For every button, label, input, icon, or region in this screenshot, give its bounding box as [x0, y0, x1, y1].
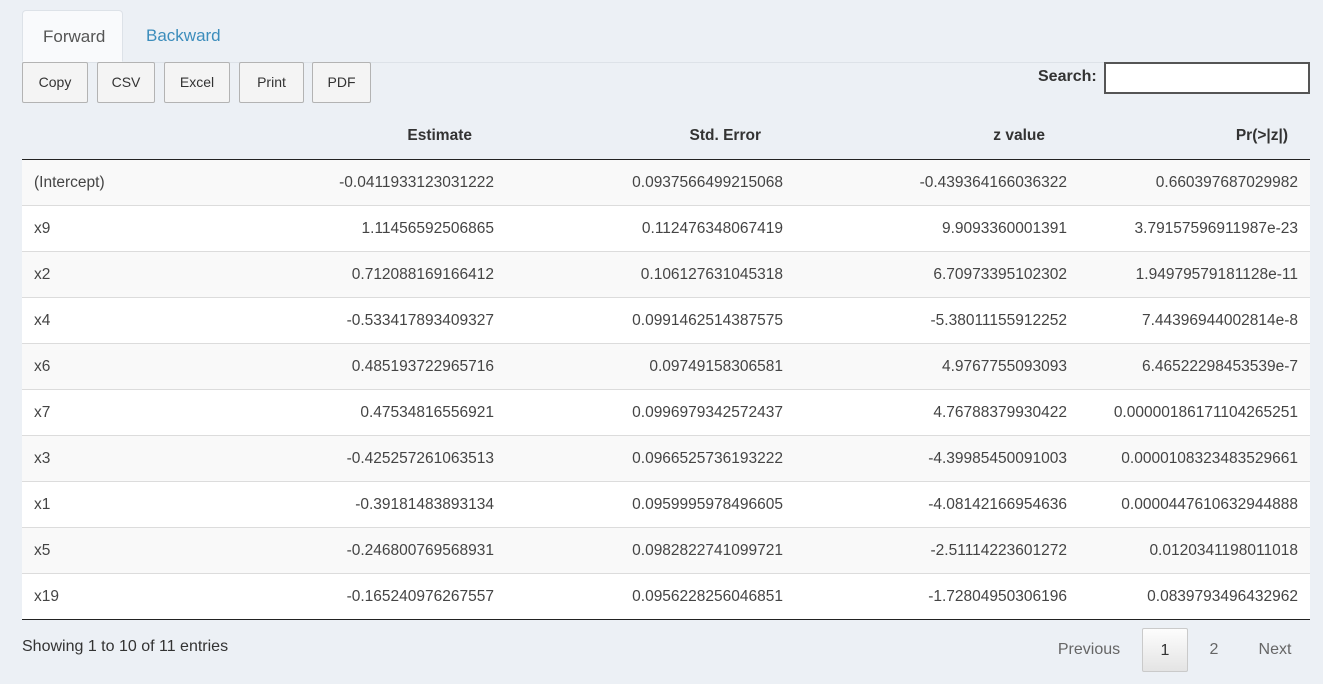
p-value-cell: 6.46522298453539e-7 [1079, 343, 1310, 390]
z-value-cell: 4.9767755093093 [795, 343, 1079, 390]
z-value-cell: -5.38011155912252 [795, 297, 1079, 344]
tab-bar: Forward Backward [22, 10, 1310, 63]
estimate-cell: 0.47534816556921 [232, 389, 506, 436]
p-value-cell: 3.79157596911987e-23 [1079, 205, 1310, 252]
coefficients-table: Estimate Std. Error z value Pr(>|z|) (In… [22, 112, 1310, 620]
table-row[interactable]: x7 0.47534816556921 0.0996979342572437 4… [22, 389, 1310, 436]
p-value-cell: 0.660397687029982 [1079, 159, 1310, 206]
estimate-cell: -0.533417893409327 [232, 297, 506, 344]
z-value-cell: -1.72804950306196 [795, 573, 1079, 620]
estimate-cell: -0.0411933123031222 [232, 159, 506, 206]
row-name-cell: x3 [22, 435, 232, 482]
row-name-cell: x7 [22, 389, 232, 436]
row-name-cell: x9 [22, 205, 232, 252]
p-value-cell: 0.0000447610632944888 [1079, 481, 1310, 528]
excel-button[interactable]: Excel [164, 62, 230, 103]
column-header-std-error[interactable]: Std. Error [506, 112, 795, 160]
pagination-page-1-button[interactable]: 1 [1142, 628, 1188, 672]
estimate-cell: -0.165240976267557 [232, 573, 506, 620]
search-input[interactable] [1104, 62, 1310, 94]
tab-backward[interactable]: Backward [126, 10, 241, 61]
std-error-cell: 0.0982822741099721 [506, 527, 795, 574]
p-value-cell: 0.00000186171104265251 [1079, 389, 1310, 436]
estimate-cell: 0.712088169166412 [232, 251, 506, 298]
std-error-cell: 0.0959995978496605 [506, 481, 795, 528]
z-value-cell: -2.51114223601272 [795, 527, 1079, 574]
table-row[interactable]: x3 -0.425257261063513 0.0966525736193222… [22, 435, 1310, 482]
table-row[interactable]: x9 1.11456592506865 0.112476348067419 9.… [22, 205, 1310, 252]
std-error-cell: 0.112476348067419 [506, 205, 795, 252]
p-value-cell: 1.94979579181128e-11 [1079, 251, 1310, 298]
table-row[interactable]: x19 -0.165240976267557 0.095622825604685… [22, 573, 1310, 620]
z-value-cell: -4.08142166954636 [795, 481, 1079, 528]
column-header-estimate[interactable]: Estimate [232, 112, 506, 160]
std-error-cell: 0.106127631045318 [506, 251, 795, 298]
row-name-cell: x5 [22, 527, 232, 574]
table-row[interactable]: x5 -0.246800769568931 0.0982822741099721… [22, 527, 1310, 574]
copy-button[interactable]: Copy [22, 62, 88, 103]
std-error-cell: 0.0956228256046851 [506, 573, 795, 620]
pdf-button[interactable]: PDF [312, 62, 371, 103]
print-button[interactable]: Print [239, 62, 304, 103]
estimate-cell: 1.11456592506865 [232, 205, 506, 252]
p-value-cell: 7.44396944002814e-8 [1079, 297, 1310, 344]
table-header-row: Estimate Std. Error z value Pr(>|z|) [22, 112, 1310, 160]
row-name-cell: x2 [22, 251, 232, 298]
table-info: Showing 1 to 10 of 11 entries [22, 638, 229, 655]
tab-forward[interactable]: Forward [22, 10, 123, 62]
z-value-cell: 6.70973395102302 [795, 251, 1079, 298]
row-name-cell: x6 [22, 343, 232, 390]
column-header-p-value[interactable]: Pr(>|z|) [1079, 112, 1310, 160]
std-error-cell: 0.0991462514387575 [506, 297, 795, 344]
estimate-cell: -0.246800769568931 [232, 527, 506, 574]
std-error-cell: 0.0937566499215068 [506, 159, 795, 206]
table-row[interactable]: x4 -0.533417893409327 0.0991462514387575… [22, 297, 1310, 344]
row-name-cell: x4 [22, 297, 232, 344]
z-value-cell: 9.9093360001391 [795, 205, 1079, 252]
p-value-cell: 0.0120341198011018 [1079, 527, 1310, 574]
pagination-previous-button[interactable]: Previous [1044, 628, 1134, 672]
pagination-page-2-button[interactable]: 2 [1192, 628, 1236, 672]
p-value-cell: 0.0839793496432962 [1079, 573, 1310, 620]
row-name-cell: x19 [22, 573, 232, 620]
estimate-cell: 0.485193722965716 [232, 343, 506, 390]
z-value-cell: 4.76788379930422 [795, 389, 1079, 436]
column-header-rownames[interactable] [22, 112, 232, 160]
csv-button[interactable]: CSV [97, 62, 155, 103]
table-row[interactable]: x1 -0.39181483893134 0.0959995978496605 … [22, 481, 1310, 528]
z-value-cell: -0.439364166036322 [795, 159, 1079, 206]
row-name-cell: (Intercept) [22, 159, 232, 206]
std-error-cell: 0.0996979342572437 [506, 389, 795, 436]
p-value-cell: 0.0000108323483529661 [1079, 435, 1310, 482]
pagination-next-button[interactable]: Next [1244, 628, 1306, 672]
table-row[interactable]: (Intercept) -0.0411933123031222 0.093756… [22, 159, 1310, 206]
estimate-cell: -0.425257261063513 [232, 435, 506, 482]
z-value-cell: -4.39985450091003 [795, 435, 1079, 482]
page: Forward Backward Copy CSV Excel Print PD… [0, 0, 1323, 684]
std-error-cell: 0.0966525736193222 [506, 435, 795, 482]
row-name-cell: x1 [22, 481, 232, 528]
column-header-z-value[interactable]: z value [795, 112, 1079, 160]
estimate-cell: -0.39181483893134 [232, 481, 506, 528]
search-label: Search: [1038, 68, 1097, 85]
table-row[interactable]: x6 0.485193722965716 0.09749158306581 4.… [22, 343, 1310, 390]
table-row[interactable]: x2 0.712088169166412 0.106127631045318 6… [22, 251, 1310, 298]
std-error-cell: 0.09749158306581 [506, 343, 795, 390]
